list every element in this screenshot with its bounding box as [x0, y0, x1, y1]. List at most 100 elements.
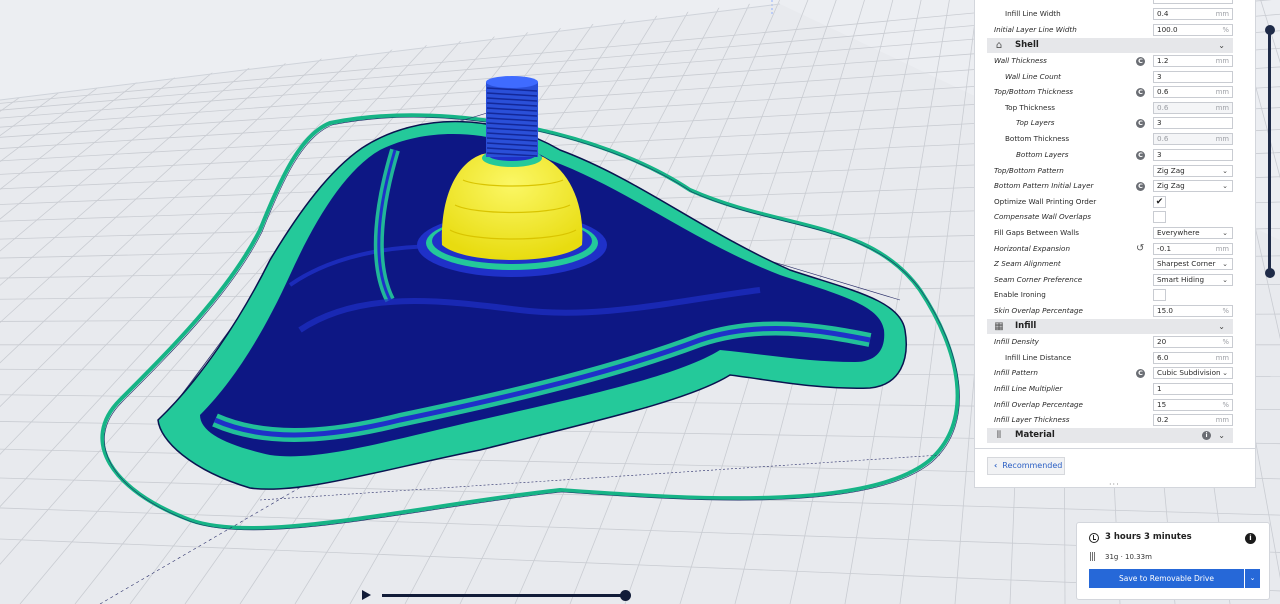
print-time: 3 hours 3 minutes [1105, 532, 1192, 542]
chevron-down-icon: ⌄ [1222, 181, 1228, 190]
setting-select[interactable]: Smart Hiding ⌄ [1153, 273, 1233, 286]
setting-label: Z Seam Alignment [994, 259, 1061, 268]
setting-label: Bottom Pattern Initial Layer [994, 181, 1094, 190]
setting-label: Bottom Thickness [1005, 134, 1070, 143]
setting-value: 15.0 [1157, 305, 1174, 315]
setting-state-icon[interactable]: C [1136, 181, 1145, 191]
material-usage: 31g · 10.33m [1105, 553, 1152, 561]
reset-icon[interactable]: ↺ [1136, 242, 1146, 255]
skin-overlap-percentage-row: Skin Overlap Percentage 15.0% [975, 303, 1257, 319]
setting-input[interactable]: 15.0% [1153, 304, 1233, 317]
setting-label: Compensate Wall Overlaps [994, 212, 1092, 221]
setting-unit: mm [1215, 103, 1229, 112]
setting-unit: % [1222, 306, 1229, 315]
setting-state-icon[interactable]: C [1136, 56, 1145, 66]
panel-resize-grip-icon[interactable]: ··· [1109, 480, 1120, 489]
setting-select[interactable]: Zig Zag ⌄ [1153, 164, 1233, 177]
category-shell[interactable]: ⌂ Shell ⌄ [987, 38, 1233, 53]
setting-input[interactable]: 0.2 mm [1153, 413, 1233, 426]
setting-state-icon[interactable]: C [1136, 118, 1145, 128]
info-icon[interactable]: i [1202, 431, 1211, 440]
bottom-pattern-initial-layer-row: Bottom Pattern Initial Layer C Zig Zag ⌄ [975, 178, 1257, 194]
recommended-button[interactable]: ‹ Recommended [987, 457, 1065, 475]
infill-pattern-row: Infill Pattern C Cubic Subdivision ⌄ [975, 365, 1257, 381]
setting-input[interactable]: 6.0 mm [1153, 351, 1233, 364]
compensate-wall-overlaps-row: Compensate Wall Overlaps [975, 209, 1257, 225]
setting-label: Infill Pattern [994, 368, 1038, 377]
setting-input[interactable]: 1.2 mm [1153, 54, 1233, 67]
chevron-down-icon[interactable]: ⌄ [1245, 569, 1260, 588]
print-estimate-panel: 3 hours 3 minutes i ||| 31g · 10.33m Sav… [1076, 522, 1270, 600]
setting-checkbox[interactable]: ✔ [1153, 195, 1166, 208]
save-to-removable-drive-button[interactable]: Save to Removable Drive [1089, 569, 1244, 588]
bottom-layers-row: Bottom Layers C 3 [975, 147, 1257, 163]
setting-value: Zig Zag [1157, 180, 1185, 190]
top-layers-row: Top Layers C 3 [975, 115, 1257, 131]
setting-select[interactable]: Zig Zag ⌄ [1153, 179, 1233, 192]
infill-density-row: Infill Density 20% [975, 334, 1257, 350]
z-seam-alignment-row: Z Seam Alignment Sharpest Corner ⌄ [975, 256, 1257, 272]
infill-layer-thickness-row: Infill Layer Thickness 0.2 mm [975, 412, 1257, 428]
play-icon[interactable] [362, 590, 371, 600]
enable-ironing-row: Enable Ironing [975, 287, 1257, 303]
setting-input[interactable]: 0.4 mm [1153, 7, 1233, 20]
setting-value: Sharpest Corner [1157, 258, 1216, 268]
setting-label: Infill Layer Thickness [994, 415, 1070, 424]
setting-label: Infill Line Distance [1005, 353, 1072, 362]
category-infill[interactable]: ▦ Infill ⌄ [987, 319, 1233, 334]
top-bottom-pattern-row: Top/Bottom Pattern Zig Zag ⌄ [975, 163, 1257, 179]
setting-value: 3 [1157, 149, 1162, 159]
setting-input[interactable]: 15% [1153, 398, 1233, 411]
top-bottom-thickness-row: Top/Bottom Thickness C 0.6 mm [975, 84, 1257, 100]
chevron-down-icon: ⌄ [1222, 368, 1228, 377]
setting-checkbox[interactable] [1153, 210, 1166, 223]
setting-value: 1.2 [1157, 55, 1169, 65]
optimize-wall-printing-order-row: Optimize Wall Printing Order ✔ [975, 194, 1257, 210]
setting-select[interactable]: Sharpest Corner ⌄ [1153, 257, 1233, 270]
setting-input[interactable]: 3 [1153, 70, 1233, 83]
setting-input[interactable]: 20% [1153, 335, 1233, 348]
category-material[interactable]: ⦀ Material i ⌄ [987, 428, 1233, 443]
material-icon: ⦀ [996, 430, 1002, 441]
setting-input[interactable]: 100.0% [1153, 23, 1233, 36]
setting-value: 20 [1157, 336, 1167, 346]
chevron-down-icon: ⌄ [1222, 259, 1228, 268]
wall-thickness-row: Wall Thickness C 1.2 mm [975, 53, 1257, 69]
setting-input[interactable]: 3 [1153, 148, 1233, 161]
setting-value: 3 [1157, 71, 1162, 81]
setting-unit: mm [1215, 353, 1229, 362]
setting-input[interactable]: 1 [1153, 382, 1233, 395]
setting-label: Skin Overlap Percentage [994, 306, 1083, 315]
setting-value: -0.1 [1157, 243, 1172, 253]
category-label: Shell [1015, 40, 1039, 50]
playback-slider-handle[interactable] [620, 590, 631, 601]
setting-state-icon[interactable]: C [1136, 150, 1145, 160]
layer-slider-bottom-handle[interactable] [1264, 268, 1275, 278]
setting-input[interactable]: 0.6 mm [1153, 85, 1233, 98]
setting-checkbox[interactable] [1153, 288, 1166, 301]
setting-label: Horizontal Expansion [994, 244, 1070, 253]
setting-value: 0.4 [1157, 8, 1169, 18]
setting-label: Top/Bottom Pattern [994, 166, 1064, 175]
setting-input[interactable]: -0.1 mm [1153, 242, 1233, 255]
setting-select[interactable]: Everywhere ⌄ [1153, 226, 1233, 239]
setting-label: Enable Ironing [994, 290, 1046, 299]
setting-unit: % [1222, 337, 1229, 346]
layer-slider-track[interactable] [1268, 30, 1271, 273]
info-icon[interactable]: i [1245, 533, 1256, 544]
setting-label: Infill Line Multiplier [994, 384, 1063, 393]
shell-icon: ⌂ [995, 40, 1003, 51]
setting-value: 0.6 [1157, 102, 1169, 112]
setting-state-icon[interactable]: C [1136, 368, 1145, 378]
setting-state-icon[interactable]: C [1136, 87, 1145, 97]
playback-slider-track[interactable] [382, 594, 626, 597]
setting-select[interactable]: Cubic Subdivision ⌄ [1153, 366, 1233, 379]
layer-slider-top-handle[interactable] [1264, 25, 1275, 35]
setting-label: Top Layers [1016, 118, 1055, 127]
setting-input[interactable]: mm [1153, 0, 1233, 4]
infill-line-distance-row: Infill Line Distance 6.0 mm [975, 350, 1257, 366]
setting-input[interactable]: 3 [1153, 116, 1233, 129]
setting-value: 1 [1157, 383, 1162, 393]
setting-value: 100.0 [1157, 24, 1178, 34]
wall-line-count-row: Wall Line Count 3 [975, 69, 1257, 85]
